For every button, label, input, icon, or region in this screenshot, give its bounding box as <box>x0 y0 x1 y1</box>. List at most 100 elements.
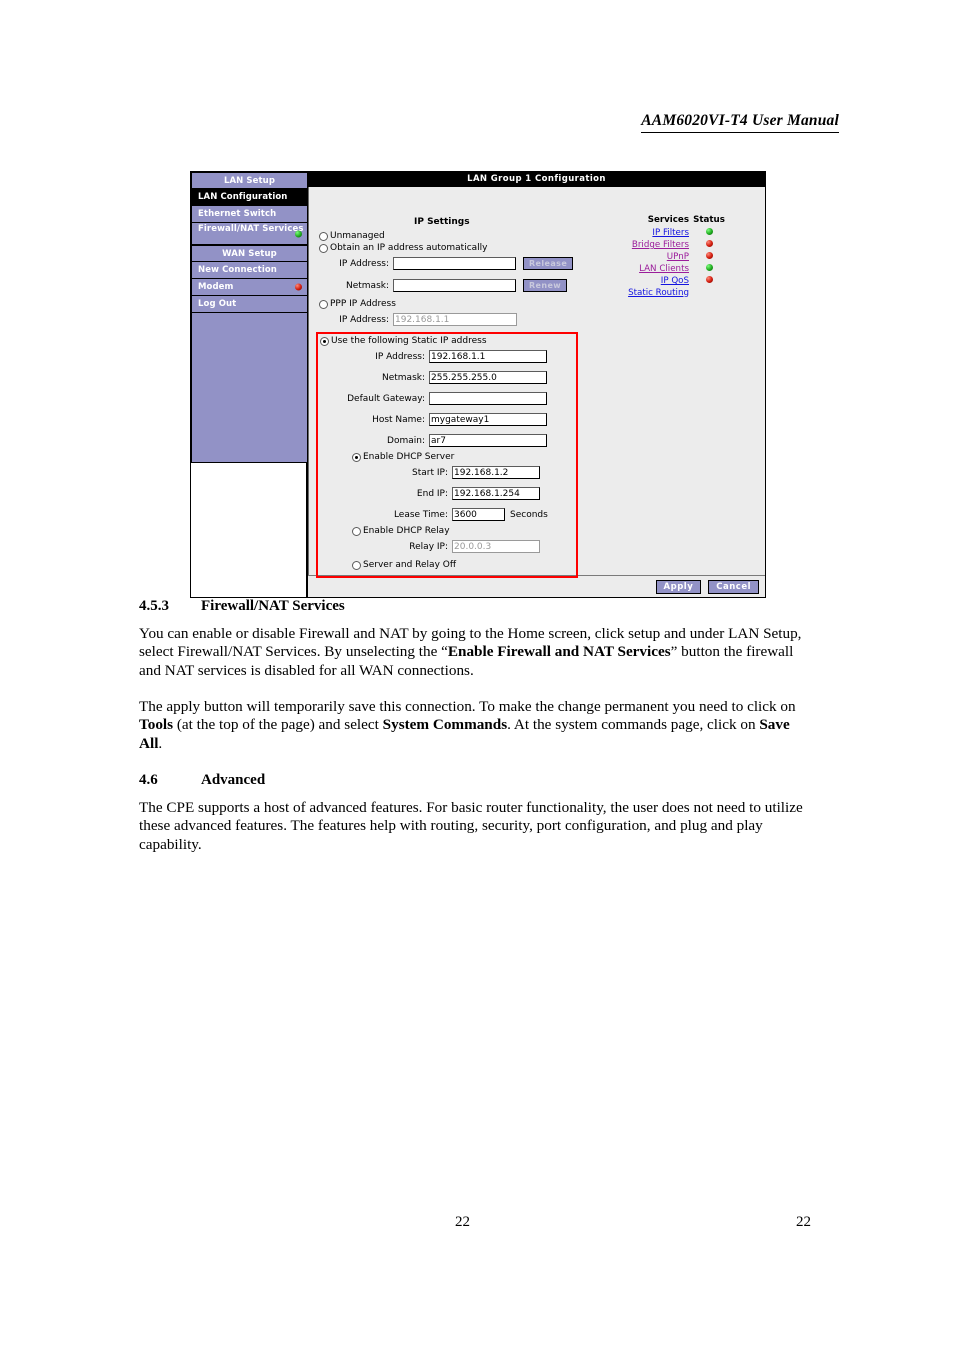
static-ip-address-input[interactable]: 192.168.1.1 <box>429 350 547 363</box>
field-relay-ip-label: Relay IP: <box>409 541 448 552</box>
router-admin-screenshot: LAN Setup LAN Configuration Ethernet Swi… <box>190 171 766 598</box>
domain-input[interactable]: ar7 <box>429 434 547 447</box>
table-row: Bridge Filters <box>593 239 729 251</box>
radio-use-static-ip-icon <box>320 336 329 346</box>
ip-settings-heading: IP Settings <box>414 217 470 227</box>
table-row: LAN Clients <box>593 263 729 275</box>
sidebar-header-wan-setup: WAN Setup <box>192 245 307 262</box>
cancel-button[interactable]: Cancel <box>708 579 759 594</box>
host-name-input[interactable]: mygateway1 <box>429 413 547 426</box>
status-led-green-icon <box>705 228 713 235</box>
service-link-upnp[interactable]: UPnP <box>593 251 689 263</box>
field-domain: Domain: ar7 <box>315 434 547 447</box>
service-status-static-routing <box>689 287 729 298</box>
radio-unmanaged-label: Unmanaged <box>330 231 385 241</box>
status-led-green-icon <box>295 230 302 237</box>
default-gateway-input[interactable] <box>429 392 547 405</box>
service-status-bridge-filters <box>689 239 729 251</box>
service-link-bridge-filters-label: Bridge Filters <box>631 240 689 250</box>
sidebar-item-new-connection-label: New Connection <box>198 265 277 275</box>
end-ip-input[interactable]: 192.168.1.254 <box>452 487 540 500</box>
section-title-46: Advanced <box>201 772 266 788</box>
sidebar-item-log-out[interactable]: Log Out <box>192 296 307 313</box>
service-status-upnp <box>689 251 729 263</box>
paragraph-453-2: The apply button will temporarily save t… <box>139 698 812 753</box>
service-link-ip-filters[interactable]: IP Filters <box>593 227 689 239</box>
auto-netmask-input[interactable] <box>393 279 516 292</box>
service-link-bridge-filters[interactable]: Bridge Filters <box>593 239 689 251</box>
field-auto-netmask-label: Netmask: <box>345 280 389 291</box>
radio-enable-dhcp-relay[interactable]: Enable DHCP Relay <box>352 526 450 536</box>
relay-ip-input[interactable]: 20.0.0.3 <box>452 540 540 553</box>
paragraph-453-2-part-a: The apply button will temporarily save t… <box>139 698 796 715</box>
radio-ppp-ip-address[interactable]: PPP IP Address <box>319 299 396 309</box>
radio-ppp-ip-address-icon <box>319 299 328 309</box>
sidebar-header-lan-setup-label: LAN Setup <box>223 176 276 186</box>
apply-button[interactable]: Apply <box>655 579 702 594</box>
sidebar-item-firewall-nat-services[interactable]: Firewall/NAT Services <box>192 223 307 245</box>
sidebar-item-firewall-nat-services-label: Firewall/NAT Services <box>198 224 304 234</box>
document-header-title: AAM6020VI-T4 User Manual <box>641 112 839 133</box>
page-number-left: 22 <box>455 1214 470 1230</box>
radio-obtain-ip-automatically-label: Obtain an IP address automatically <box>330 243 488 253</box>
services-status-table: Services Status IP Filters Bridge Filter… <box>593 215 729 298</box>
paragraph-453-1-bold: Enable Firewall and NAT Services <box>447 643 671 661</box>
field-ppp-ip-address-label: IP Address: <box>339 314 389 325</box>
service-link-static-routing[interactable]: Static Routing <box>593 287 689 298</box>
field-start-ip-label: Start IP: <box>412 467 448 478</box>
service-link-ip-qos-label: IP QoS <box>660 276 689 286</box>
radio-use-static-ip[interactable]: Use the following Static IP address <box>320 336 487 346</box>
field-host-name: Host Name: mygateway1 <box>315 413 547 426</box>
sidebar-header-wan-setup-label: WAN Setup <box>222 249 277 259</box>
field-auto-netmask: Netmask: Renew <box>315 279 568 292</box>
service-link-lan-clients[interactable]: LAN Clients <box>593 263 689 275</box>
service-link-static-routing-label: Static Routing <box>628 287 689 298</box>
field-static-netmask: Netmask: 255.255.255.0 <box>315 371 547 384</box>
sidebar-item-ethernet-switch[interactable]: Ethernet Switch <box>192 206 307 223</box>
release-button[interactable]: Release <box>523 257 574 270</box>
field-host-name-label: Host Name: <box>372 414 425 425</box>
status-led-red-icon <box>295 283 302 291</box>
paragraph-453-2-bold-tools: Tools <box>139 716 174 734</box>
sidebar-item-modem-label: Modem <box>198 282 234 292</box>
radio-enable-dhcp-server[interactable]: Enable DHCP Server <box>352 452 454 462</box>
radio-ppp-ip-address-label: PPP IP Address <box>330 299 396 309</box>
lease-time-input[interactable]: 3600 <box>452 508 505 521</box>
paragraph-453-2-part-c: (at the top of the page) and select <box>173 716 383 734</box>
radio-obtain-ip-automatically-icon <box>319 243 328 253</box>
field-lease-time: Lease Time: 3600 Seconds <box>315 508 548 521</box>
radio-unmanaged-icon <box>319 231 328 241</box>
lease-time-unit-label: Seconds <box>510 509 548 520</box>
radio-enable-dhcp-server-label: Enable DHCP Server <box>363 452 455 462</box>
auto-ip-address-input[interactable] <box>393 257 516 270</box>
section-heading-46: 4.6 Advanced <box>139 772 265 789</box>
field-start-ip: Start IP: 192.168.1.2 <box>315 466 540 479</box>
start-ip-input[interactable]: 192.168.1.2 <box>452 466 540 479</box>
radio-obtain-ip-automatically[interactable]: Obtain an IP address automatically <box>319 243 488 253</box>
ppp-ip-address-input[interactable]: 192.168.1.1 <box>393 313 517 326</box>
renew-button[interactable]: Renew <box>523 279 568 292</box>
sidebar-item-lan-configuration[interactable]: LAN Configuration <box>192 189 307 206</box>
radio-unmanaged[interactable]: Unmanaged <box>319 231 385 241</box>
service-status-lan-clients <box>689 263 729 275</box>
status-led-red-icon <box>705 240 713 247</box>
sidebar-item-new-connection[interactable]: New Connection <box>192 262 307 279</box>
radio-server-and-relay-off[interactable]: Server and Relay Off <box>352 560 456 570</box>
radio-enable-dhcp-relay-label: Enable DHCP Relay <box>363 526 450 536</box>
paragraph-453-1: You can enable or disable Firewall and N… <box>139 625 812 680</box>
sidebar-menu-panel: LAN Setup LAN Configuration Ethernet Swi… <box>191 172 308 463</box>
table-row: IP QoS <box>593 275 729 287</box>
field-end-ip: End IP: 192.168.1.254 <box>315 487 540 500</box>
sidebar-item-ethernet-switch-label: Ethernet Switch <box>198 209 277 219</box>
section-number-453: 4.5.3 <box>139 598 169 614</box>
static-netmask-input[interactable]: 255.255.255.0 <box>429 371 547 384</box>
service-link-ip-qos[interactable]: IP QoS <box>593 275 689 287</box>
status-led-green-icon <box>705 264 713 271</box>
content-pane: LAN Group 1 Configuration IP Settings Se… <box>308 172 765 597</box>
paragraph-453-2-bold-system-commands: System Commands <box>382 716 508 734</box>
sidebar-item-modem[interactable]: Modem <box>192 279 307 296</box>
field-static-ip-address: IP Address: 192.168.1.1 <box>315 350 547 363</box>
field-auto-ip-address: IP Address: Release <box>315 257 574 270</box>
field-relay-ip: Relay IP: 20.0.0.3 <box>315 540 540 553</box>
table-row: IP Filters <box>593 227 729 239</box>
